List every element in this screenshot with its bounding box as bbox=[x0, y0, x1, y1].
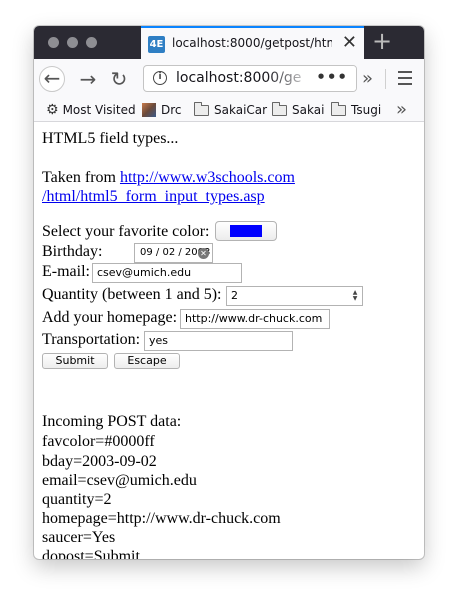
bookmarks-overflow-chevron-icon[interactable]: » bbox=[396, 101, 407, 119]
quantity-stepper[interactable]: 2 ▲ ▼ bbox=[226, 286, 363, 306]
post-data-line: quantity=2 bbox=[42, 491, 112, 508]
folder-icon bbox=[331, 101, 346, 116]
post-data-heading: Incoming POST data: bbox=[42, 413, 182, 430]
hamburger-menu-icon[interactable] bbox=[398, 71, 412, 85]
gear-icon: ⚙ bbox=[46, 102, 59, 118]
back-button[interactable]: ← bbox=[39, 66, 65, 92]
bookmark-tsugi[interactable]: Tsugi bbox=[331, 101, 381, 119]
close-window-dot[interactable] bbox=[48, 37, 59, 48]
transportation-label: Transportation: bbox=[42, 331, 141, 348]
tab-title: localhost:8000/getpost/html5 bbox=[172, 36, 332, 50]
forward-button[interactable]: → bbox=[75, 66, 101, 92]
active-tab[interactable]: 4E localhost:8000/getpost/html5 ✕ bbox=[141, 26, 364, 59]
reload-button[interactable]: ↻ bbox=[106, 66, 132, 92]
birthday-date-input[interactable]: 09 / 02 / 2003 ✕ bbox=[134, 243, 213, 263]
quantity-label: Quantity (between 1 and 5): bbox=[42, 286, 222, 303]
overflow-chevron-icon[interactable]: » bbox=[362, 70, 373, 88]
url-bar[interactable]: i localhost:8000/ge ••• bbox=[143, 65, 357, 92]
color-swatch bbox=[230, 225, 262, 237]
folder-icon bbox=[194, 101, 209, 116]
tab-bar: 4E localhost:8000/getpost/html5 ✕ + bbox=[34, 26, 424, 59]
folder-icon bbox=[272, 101, 287, 116]
homepage-url-input[interactable]: http://www.dr-chuck.com bbox=[180, 309, 330, 329]
minimize-window-dot[interactable] bbox=[67, 37, 78, 48]
bookmarks-toolbar: ⚙ Most Visited Drc SakaiCar Sakai Tsugi … bbox=[34, 98, 424, 122]
escape-button[interactable]: Escape bbox=[114, 353, 180, 369]
bookmark-sakaicar[interactable]: SakaiCar bbox=[194, 101, 267, 119]
new-tab-icon[interactable]: + bbox=[372, 29, 392, 53]
source-paragraph: Taken from http://www.w3schools.com/html… bbox=[42, 169, 295, 205]
homepage-label: Add your homepage: bbox=[42, 309, 178, 326]
submit-button[interactable]: Submit bbox=[42, 353, 108, 369]
bookmark-most-visited[interactable]: ⚙ Most Visited bbox=[46, 101, 136, 119]
color-picker[interactable] bbox=[215, 221, 277, 241]
post-data-line: dopost=Submit bbox=[42, 548, 140, 559]
navigation-bar: ← → ↻ i localhost:8000/ge ••• » bbox=[34, 59, 424, 98]
birthday-label: Birthday: bbox=[42, 243, 103, 260]
post-data-line: homepage=http://www.dr-chuck.com bbox=[42, 510, 281, 527]
browser-window: 4E localhost:8000/getpost/html5 ✕ + ← → … bbox=[34, 26, 424, 559]
close-tab-icon[interactable]: ✕ bbox=[342, 34, 357, 52]
post-data-line: saucer=Yes bbox=[42, 529, 116, 546]
transportation-input[interactable]: yes bbox=[144, 331, 293, 351]
bookmark-sakai[interactable]: Sakai bbox=[272, 101, 324, 119]
post-data-line: email=csev@umich.edu bbox=[42, 472, 197, 489]
image-icon bbox=[142, 103, 156, 117]
clear-date-icon[interactable]: ✕ bbox=[198, 248, 209, 259]
post-data-line: bday=2003-09-02 bbox=[42, 453, 157, 470]
email-field[interactable]: csev@umich.edu bbox=[92, 263, 242, 283]
post-data-line: favcolor=#0000ff bbox=[42, 433, 155, 450]
bookmark-drc[interactable]: Drc bbox=[142, 101, 182, 119]
page-content: HTML5 field types... Taken from http://w… bbox=[34, 122, 424, 559]
stepper-arrows-icon[interactable]: ▲ ▼ bbox=[351, 290, 359, 302]
favicon-icon: 4E bbox=[148, 36, 165, 53]
zoom-window-dot[interactable] bbox=[86, 37, 97, 48]
page-heading: HTML5 field types... bbox=[42, 130, 179, 147]
page-actions-icon[interactable]: ••• bbox=[316, 68, 348, 86]
color-label: Select your favorite color: bbox=[42, 223, 210, 240]
info-icon[interactable]: i bbox=[153, 71, 167, 85]
email-label: E-mail: bbox=[42, 263, 90, 280]
